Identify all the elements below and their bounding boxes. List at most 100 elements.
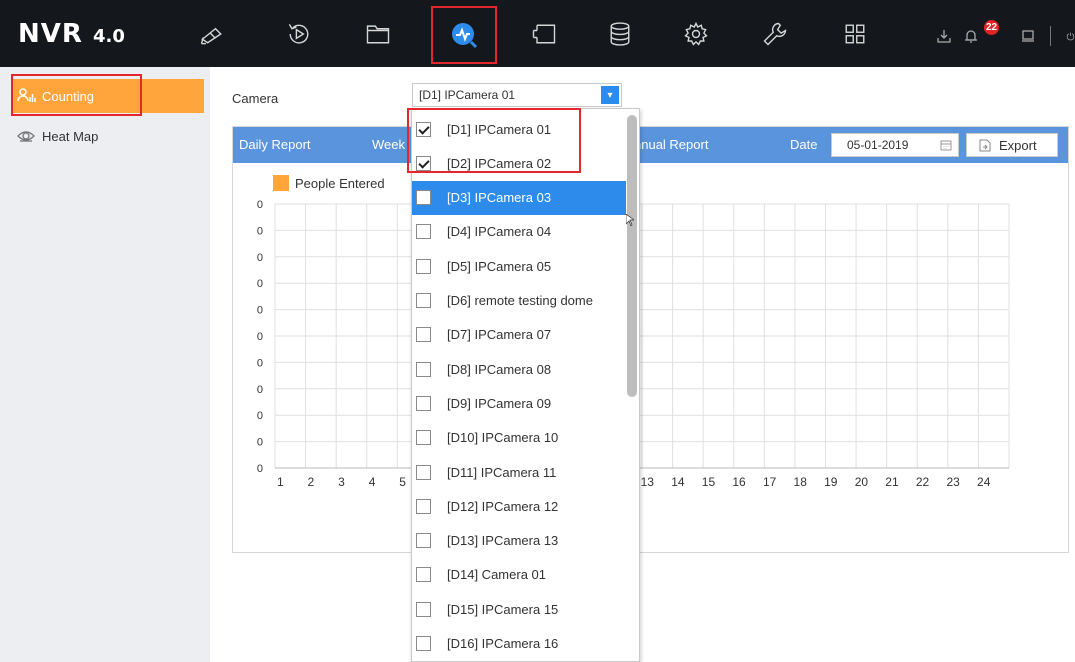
- dropdown-item-label: [D8] IPCamera 08: [447, 361, 552, 377]
- camera-checkbox[interactable]: [416, 430, 431, 446]
- dropdown-item[interactable]: [D3] IPCamera 03: [412, 180, 626, 215]
- top-navigation-bar: NVR 4.0 22: [0, 0, 1075, 67]
- camera-checkbox[interactable]: [416, 190, 431, 206]
- camera-checkbox[interactable]: [416, 636, 431, 651]
- apps-grid-icon[interactable]: [835, 14, 875, 54]
- dropdown-item-label: [D15] IPCamera 15: [447, 601, 559, 617]
- dropdown-item[interactable]: [D8] IPCamera 08: [412, 352, 626, 386]
- camera-checkbox[interactable]: [416, 155, 431, 171]
- dropdown-item[interactable]: [D9] IPCamera 09: [412, 386, 626, 420]
- camera-checkbox[interactable]: [416, 498, 431, 514]
- dropdown-item-label: [D6] remote testing dome: [447, 293, 593, 308]
- smart-analysis-icon[interactable]: [431, 6, 497, 64]
- chart-legend: People Entered: [273, 175, 385, 191]
- y-tick-label: 0: [257, 252, 263, 264]
- camera-checkbox[interactable]: [416, 601, 431, 617]
- camera-checkbox[interactable]: [416, 464, 431, 480]
- dropdown-item[interactable]: [D1] IPCamera 01: [412, 112, 626, 146]
- dropdown-item-label: [D2] IPCamera 02: [447, 155, 552, 171]
- camera-select-value: [D1] IPCamera 01: [419, 88, 516, 102]
- people-counting-chart: 0000000000012345678910111213141516171819…: [257, 199, 1010, 489]
- camera-checkbox[interactable]: [416, 361, 431, 377]
- app-logo: NVR 4.0: [18, 19, 125, 49]
- dropdown-item[interactable]: [D14] Camera 01: [412, 558, 626, 592]
- x-tick-label: 23: [946, 475, 960, 489]
- dropdown-item[interactable]: [D16] IPCamera 16: [412, 627, 626, 661]
- playback-icon[interactable]: [279, 14, 319, 54]
- dropdown-item[interactable]: [D10] IPCamera 10: [412, 421, 626, 455]
- date-label: Date: [790, 137, 818, 152]
- dropdown-item[interactable]: [D15] IPCamera 15: [412, 592, 626, 626]
- dropdown-item-label: [D9] IPCamera 09: [447, 395, 552, 411]
- dropdown-item[interactable]: [D2] IPCamera 02: [412, 146, 626, 180]
- date-field[interactable]: 05-01-2019: [831, 133, 959, 157]
- tab-annual-report[interactable]: nnual Report: [634, 137, 708, 152]
- sidebar-item-heat-map[interactable]: Heat Map: [12, 119, 204, 153]
- y-tick-label: 0: [257, 384, 263, 396]
- x-tick-label: 16: [732, 475, 746, 489]
- dropdown-item[interactable]: [D6] remote testing dome: [412, 284, 626, 318]
- tray-separator: [1050, 26, 1051, 46]
- dropdown-item[interactable]: [D13] IPCamera 13: [412, 524, 626, 558]
- dropdown-item-label: [D7] IPCamera 07: [447, 327, 552, 343]
- dropdown-item[interactable]: [D12] IPCamera 12: [412, 489, 626, 523]
- download-icon[interactable]: [934, 26, 954, 46]
- configuration-gear-icon[interactable]: [676, 14, 716, 54]
- camera-checkbox[interactable]: [416, 395, 431, 411]
- x-tick-label: 1: [277, 475, 284, 489]
- report-toolbar: Daily Report Week nnual Report Date 05-0…: [233, 127, 1068, 163]
- camera-checkbox[interactable]: [416, 293, 431, 308]
- file-management-icon[interactable]: [358, 14, 398, 54]
- y-tick-label: 0: [257, 410, 263, 422]
- dropdown-item-label: [D13] IPCamera 13: [447, 533, 559, 549]
- dropdown-item-label: [D16] IPCamera 16: [447, 636, 559, 651]
- dropdown-item-label: [D14] Camera 01: [447, 567, 546, 583]
- nvr-smart-analysis-page: NVR 4.0 22 Counting Heat Map Camera [D1]…: [0, 0, 1075, 662]
- camera-select[interactable]: [D1] IPCamera 01 ▾: [412, 83, 622, 107]
- storage-icon[interactable]: [600, 14, 640, 54]
- monitor-icon[interactable]: [1018, 26, 1038, 46]
- dropdown-item[interactable]: [D5] IPCamera 05: [412, 249, 626, 283]
- live-view-camera-icon[interactable]: [192, 14, 232, 54]
- legend-label: People Entered: [295, 175, 385, 191]
- report-panel: Daily Report Week nnual Report Date 05-0…: [232, 126, 1069, 553]
- dropdown-item[interactable]: [D4] IPCamera 04: [412, 215, 626, 249]
- dropdown-item[interactable]: [D11] IPCamera 11: [412, 455, 626, 489]
- camera-checkbox[interactable]: [416, 533, 431, 549]
- calendar-icon[interactable]: [940, 139, 952, 151]
- camera-checkbox[interactable]: [416, 567, 431, 583]
- dropdown-item-label: [D5] IPCamera 05: [447, 258, 552, 274]
- alarm-count-badge: 22: [984, 20, 1000, 35]
- y-tick-label: 0: [257, 199, 263, 211]
- camera-checkbox[interactable]: [416, 121, 431, 137]
- camera-checkbox[interactable]: [416, 327, 431, 343]
- y-tick-label: 0: [257, 331, 263, 343]
- chevron-down-icon[interactable]: ▾: [601, 86, 619, 104]
- vca-icon[interactable]: [524, 14, 564, 54]
- camera-checkbox[interactable]: [416, 224, 431, 240]
- x-tick-label: 3: [338, 475, 345, 489]
- dropdown-item-label: [D12] IPCamera 12: [447, 498, 559, 514]
- alarm-bell-icon[interactable]: [961, 26, 981, 46]
- sidebar: Counting Heat Map: [0, 67, 210, 662]
- x-tick-label: 19: [824, 475, 838, 489]
- dropdown-item[interactable]: [D7] IPCamera 07: [412, 318, 626, 352]
- dropdown-item-label: [D4] IPCamera 04: [447, 224, 552, 240]
- y-tick-label: 0: [257, 278, 263, 290]
- power-icon[interactable]: [1060, 26, 1075, 46]
- tab-daily-report[interactable]: Daily Report: [239, 137, 311, 152]
- app-version: 4.0: [92, 26, 125, 47]
- sidebar-item-label: Heat Map: [42, 128, 99, 144]
- y-tick-label: 0: [257, 305, 263, 317]
- camera-checkbox[interactable]: [416, 258, 431, 274]
- x-tick-label: 18: [794, 475, 808, 489]
- maintenance-wrench-icon[interactable]: [755, 14, 795, 54]
- x-tick-label: 2: [308, 475, 315, 489]
- date-value: 05-01-2019: [847, 138, 909, 152]
- counting-highlight-box: [11, 74, 142, 116]
- export-button[interactable]: Export: [966, 133, 1058, 157]
- dropdown-item-label: [D3] IPCamera 03: [447, 190, 552, 206]
- dropdown-scrollbar[interactable]: [627, 115, 637, 397]
- tab-weekly-report[interactable]: Week: [372, 137, 405, 152]
- y-tick-label: 0: [257, 463, 263, 475]
